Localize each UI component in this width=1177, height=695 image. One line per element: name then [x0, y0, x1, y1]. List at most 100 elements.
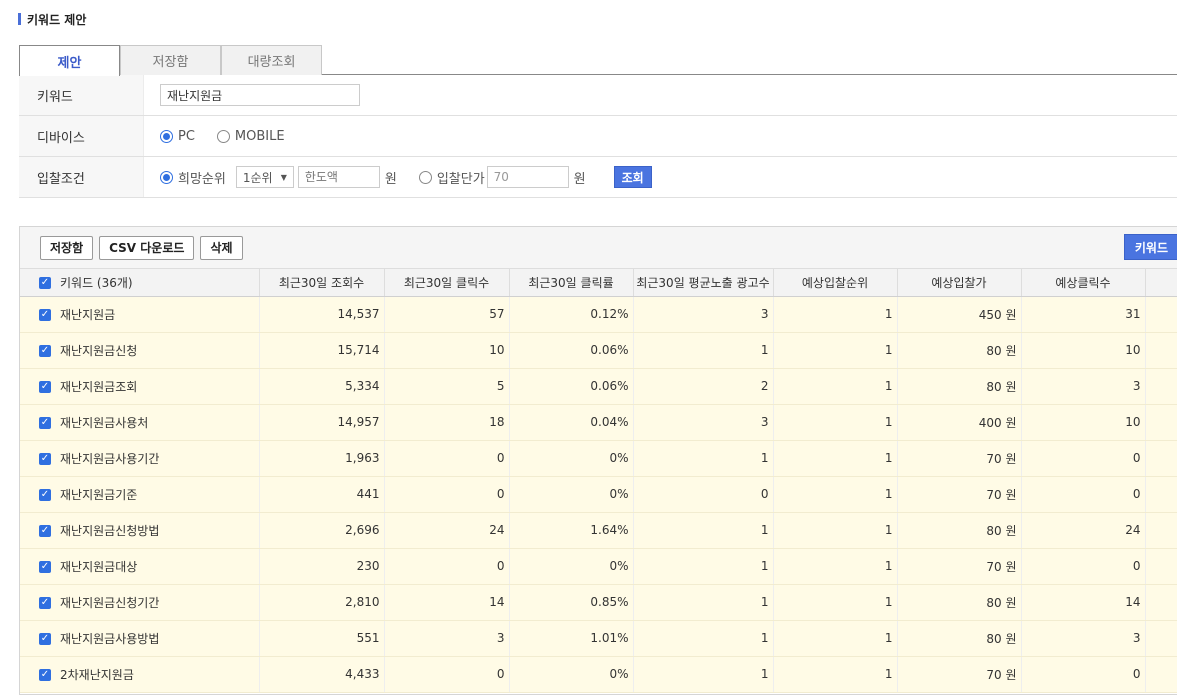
table-row[interactable]: 재난지원금사용처14,957180.04%31400 원10 [20, 404, 1177, 441]
row-checkbox[interactable] [39, 669, 51, 681]
header-est-bid[interactable]: 예상입찰가 [897, 269, 1022, 297]
cell-extra [1145, 296, 1177, 333]
table-row[interactable]: 재난지원금대상23000%1170 원0 [20, 548, 1177, 585]
cell-value: 441 [259, 476, 385, 513]
bid-row: 입찰조건 희망순위 1순위 ▼ 원 입찰단가 원 조회 [19, 157, 1177, 198]
device-mobile-radio[interactable]: MOBILE [216, 129, 285, 144]
bid-rank-label: 희망순위 [178, 171, 226, 187]
bid-rank-radio[interactable]: 희망순위 [160, 168, 226, 187]
table-header-row: 키워드 (36개) 최근30일 조회수 최근30일 클릭수 최근30일 클릭률 … [20, 269, 1177, 297]
device-pc-label: PC [178, 128, 195, 144]
cell-value: 1 [773, 476, 898, 513]
cell-value: 1 [633, 620, 774, 657]
tab-bulk-search[interactable]: 대량조회 [221, 45, 322, 75]
page-title-text: 키워드 제안 [27, 12, 87, 27]
cell-extra [1145, 656, 1177, 693]
header-extra [1145, 269, 1177, 297]
cell-value: 15,714 [259, 332, 385, 369]
caret-down-icon: ▼ [280, 172, 287, 182]
device-label: 디바이스 [19, 116, 144, 156]
header-clicks[interactable]: 최근30일 클릭수 [384, 269, 510, 297]
cell-extra [1145, 548, 1177, 585]
row-checkbox[interactable] [39, 561, 51, 573]
header-keyword[interactable]: 키워드 (36개) [20, 269, 260, 297]
row-checkbox[interactable] [39, 453, 51, 465]
cell-value: 551 [259, 620, 385, 657]
header-est-rank[interactable]: 예상입찰순위 [773, 269, 898, 297]
cell-value: 1.64% [509, 512, 634, 549]
table-row[interactable]: 재난지원금사용방법55131.01%1180 원3 [20, 620, 1177, 657]
save-button[interactable]: 저장함 [40, 235, 94, 260]
cell-extra [1145, 368, 1177, 405]
cell-value: 1 [773, 368, 898, 405]
cell-keyword: 재난지원금대상 [20, 548, 260, 585]
row-checkbox[interactable] [39, 345, 51, 357]
row-checkbox[interactable] [39, 489, 51, 501]
cell-value: 70 원 [897, 440, 1022, 477]
tab-suggest[interactable]: 제안 [19, 45, 120, 76]
cell-value: 230 [259, 548, 385, 585]
tab-saved[interactable]: 저장함 [120, 45, 221, 75]
cell-value: 80 원 [897, 368, 1022, 405]
search-button[interactable]: 조회 [613, 166, 652, 188]
table-row[interactable]: 재난지원금신청방법2,696241.64%1180 원24 [20, 512, 1177, 549]
device-pc-radio[interactable]: PC [160, 129, 195, 144]
header-ctr[interactable]: 최근30일 클릭률 [509, 269, 634, 297]
header-searches[interactable]: 최근30일 조회수 [259, 269, 385, 297]
delete-button[interactable]: 삭제 [200, 235, 243, 260]
cell-value: 70 원 [897, 548, 1022, 585]
row-checkbox[interactable] [39, 381, 51, 393]
page-title: 키워드 제안 [18, 11, 86, 27]
cell-value: 80 원 [897, 512, 1022, 549]
cell-value: 1 [633, 332, 774, 369]
row-checkbox[interactable] [39, 525, 51, 537]
cell-extra [1145, 620, 1177, 657]
table-row[interactable]: 재난지원금14,537570.12%31450 원31 [20, 296, 1177, 333]
cell-value: 0% [509, 548, 634, 585]
cell-keyword: 재난지원금사용기간 [20, 440, 260, 477]
cell-value: 14,957 [259, 404, 385, 441]
keyword-table: 키워드 (36개) 최근30일 조회수 최근30일 클릭수 최근30일 클릭률 … [20, 269, 1177, 693]
table-row[interactable]: 재난지원금사용기간1,96300%1170 원0 [20, 440, 1177, 477]
keyword-input[interactable] [160, 84, 360, 106]
cell-value: 1 [633, 584, 774, 621]
cell-value: 31 [1021, 296, 1146, 333]
row-checkbox[interactable] [39, 597, 51, 609]
cell-value: 0 [1021, 440, 1146, 477]
cell-value: 4,433 [259, 656, 385, 693]
table-row[interactable]: 2차재난지원금4,43300%1170 원0 [20, 656, 1177, 693]
csv-download-button[interactable]: CSV 다운로드 [99, 235, 195, 260]
cell-value: 0% [509, 656, 634, 693]
cell-value: 1 [633, 656, 774, 693]
cell-value: 10 [1021, 404, 1146, 441]
unit-price-input[interactable] [486, 166, 569, 188]
cell-value: 400 원 [897, 404, 1022, 441]
keyword-add-button[interactable]: 키워드 [1123, 234, 1177, 260]
header-est-clicks[interactable]: 예상클릭수 [1021, 269, 1146, 297]
header-avg-ads[interactable]: 최근30일 평균노출 광고수 [633, 269, 774, 297]
limit-input[interactable] [297, 166, 380, 188]
cell-value: 10 [1021, 332, 1146, 369]
cell-value: 0.85% [509, 584, 634, 621]
cell-keyword: 재난지원금조회 [20, 368, 260, 405]
cell-value: 80 원 [897, 584, 1022, 621]
rank-select[interactable]: 1순위 ▼ [235, 166, 294, 188]
table-row[interactable]: 재난지원금조회5,33450.06%2180 원3 [20, 368, 1177, 405]
cell-value: 0 [1021, 548, 1146, 585]
bid-unit-radio[interactable]: 입찰단가 [418, 168, 485, 187]
cell-value: 80 원 [897, 332, 1022, 369]
title-marker [18, 13, 21, 25]
table-row[interactable]: 재난지원금신청기간2,810140.85%1180 원14 [20, 584, 1177, 621]
cell-extra [1145, 404, 1177, 441]
row-checkbox[interactable] [39, 417, 51, 429]
row-checkbox[interactable] [39, 309, 51, 321]
cell-value: 70 원 [897, 656, 1022, 693]
select-all-checkbox[interactable] [39, 277, 51, 290]
row-checkbox[interactable] [39, 633, 51, 645]
cell-value: 3 [1021, 368, 1146, 405]
table-row[interactable]: 재난지원금기준44100%0170 원0 [20, 476, 1177, 513]
cell-value: 1 [773, 656, 898, 693]
radio-dot [160, 170, 173, 184]
cell-value: 0 [384, 548, 510, 585]
table-row[interactable]: 재난지원금신청15,714100.06%1180 원10 [20, 332, 1177, 369]
